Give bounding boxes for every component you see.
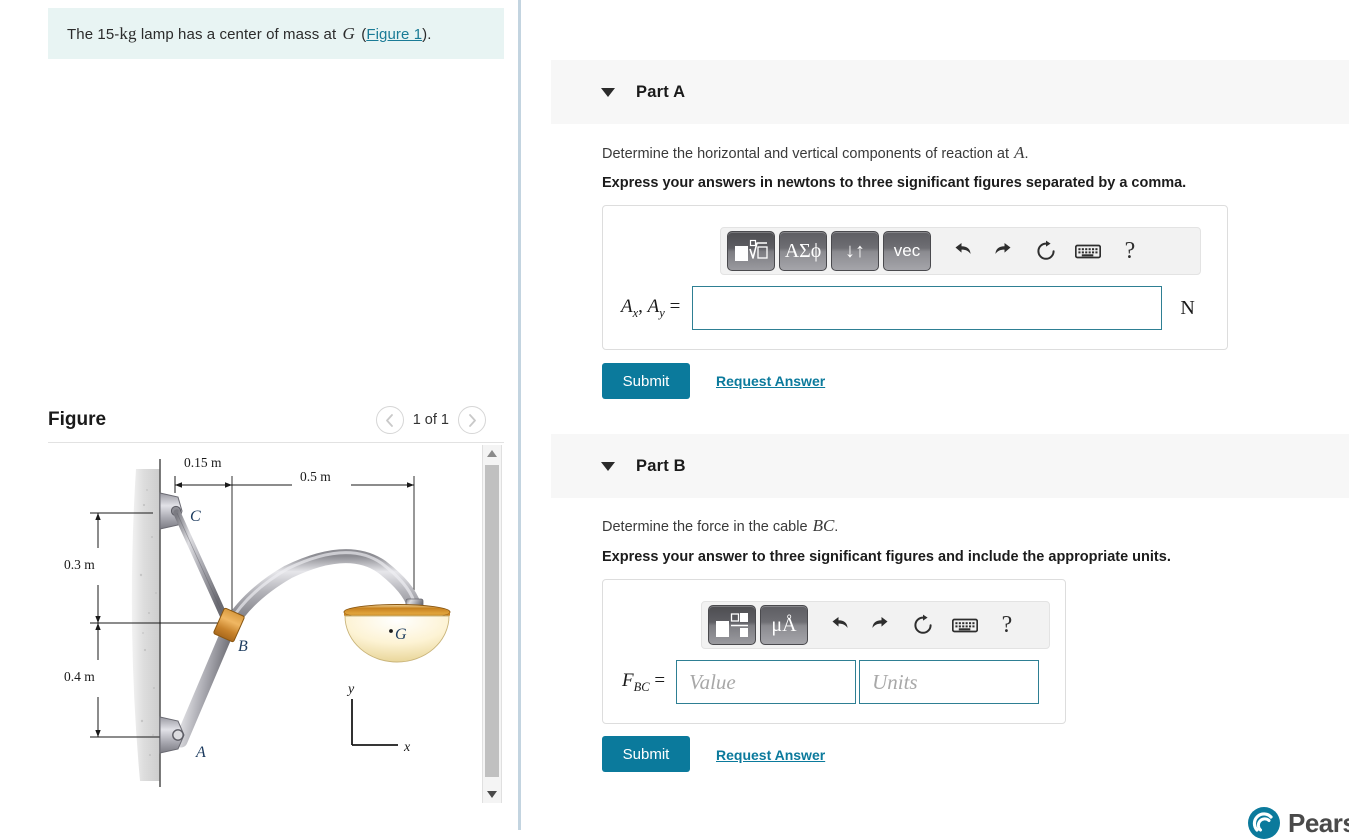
svg-text:G: G xyxy=(395,626,407,643)
keyboard-icon[interactable] xyxy=(1067,232,1109,270)
arrows-button[interactable]: ↓↑ xyxy=(831,231,879,271)
question-variable: G xyxy=(342,23,355,43)
svg-text:x: x xyxy=(403,740,411,755)
chevron-right-icon xyxy=(468,413,476,427)
pearson-footer-logo: Pearson xyxy=(1247,806,1349,840)
scroll-up-button[interactable] xyxy=(483,445,501,462)
part-b-instruction: Express your answer to three significant… xyxy=(602,549,1171,565)
part-b-label: Part B xyxy=(636,456,686,475)
part-b-answer-box: μÅ ? FBC = Value Units xyxy=(602,579,1066,724)
figure-next-button[interactable] xyxy=(458,406,486,434)
figure-header: Figure 1 of 1 xyxy=(48,400,504,440)
part-a-answer-box: ΑΣϕ ↓↑ vec ? Ax, Ay = N xyxy=(602,205,1228,350)
undo-icon[interactable] xyxy=(818,606,860,644)
label-separator: , xyxy=(638,295,648,317)
part-a-label: Part A xyxy=(636,82,686,101)
scroll-down-button[interactable] xyxy=(483,786,501,803)
part-b-prompt-text: Determine the force in the cable xyxy=(602,519,812,535)
part-a-answer-input[interactable] xyxy=(692,286,1163,330)
undo-icon[interactable] xyxy=(941,232,983,270)
part-a-prompt-end: . xyxy=(1024,146,1029,162)
part-a-answer-label: Ax, Ay = xyxy=(621,296,680,321)
label-f-base: F xyxy=(622,669,634,691)
help-icon[interactable]: ? xyxy=(986,606,1028,644)
part-a-input-row: Ax, Ay = N xyxy=(621,286,1195,330)
label-equals: = xyxy=(649,669,666,691)
chevron-left-icon xyxy=(386,413,394,427)
figure-scrollbar[interactable] xyxy=(482,445,502,803)
question-prefix: The 15- xyxy=(67,25,120,43)
part-b-header[interactable]: Part B xyxy=(551,434,1349,498)
part-a-prompt: Determine the horizontal and vertical co… xyxy=(602,143,1028,163)
question-close-paren: ). xyxy=(422,25,432,43)
svg-text:0.5 m: 0.5 m xyxy=(300,469,331,484)
figure-navigation: 1 of 1 xyxy=(375,406,486,434)
part-b-input-row: FBC = xyxy=(622,660,1040,704)
triangle-up-icon xyxy=(487,450,497,457)
question-middle: lamp has a center of mass at xyxy=(136,25,341,43)
keyboard-icon[interactable] xyxy=(944,606,986,644)
part-a-header[interactable]: Part A xyxy=(551,60,1349,124)
caret-down-icon[interactable] xyxy=(601,458,615,474)
right-panel: Part A Determine the horizontal and vert… xyxy=(521,0,1349,839)
greek-symbols-button[interactable]: ΑΣϕ xyxy=(779,231,827,271)
vector-button[interactable]: vec xyxy=(883,231,931,271)
part-b-toolbar: μÅ ? xyxy=(701,601,1050,649)
figure-1-link[interactable]: Figure 1 xyxy=(366,26,422,43)
svg-text:0.4 m: 0.4 m xyxy=(64,669,95,684)
svg-text:0.15 m: 0.15 m xyxy=(184,455,222,470)
part-b-units-input[interactable] xyxy=(859,660,1040,704)
units-symbols-button[interactable]: μÅ xyxy=(760,605,808,645)
figure-prev-button[interactable] xyxy=(375,406,404,434)
question-open-paren: ( xyxy=(356,25,367,43)
part-b-request-answer-link[interactable]: Request Answer xyxy=(716,747,825,763)
svg-text:0.3 m: 0.3 m xyxy=(64,557,95,572)
part-a-prompt-variable: A xyxy=(1014,143,1025,162)
left-panel: The 15-kg lamp has a center of mass at G… xyxy=(0,0,510,830)
reset-icon[interactable] xyxy=(902,606,944,644)
part-a-unit-suffix: N xyxy=(1180,296,1195,319)
question-unit: kg xyxy=(119,23,137,43)
figure-divider xyxy=(48,442,504,443)
question-banner: The 15-kg lamp has a center of mass at G… xyxy=(48,8,504,59)
sqrt-template-button[interactable] xyxy=(727,231,775,271)
part-b-answer-label: FBC = xyxy=(622,670,665,695)
part-b-submit-button[interactable]: Submit xyxy=(602,736,690,772)
svg-text:B: B xyxy=(238,638,248,655)
part-a-toolbar: ΑΣϕ ↓↑ vec ? xyxy=(720,227,1201,275)
svg-text:C: C xyxy=(190,508,201,525)
label-equals: = xyxy=(664,295,681,317)
triangle-down-icon xyxy=(487,791,497,798)
figure-counter: 1 of 1 xyxy=(412,412,449,428)
fraction-template-button[interactable] xyxy=(708,605,756,645)
redo-icon[interactable] xyxy=(983,232,1025,270)
pearson-wordmark: Pearson xyxy=(1288,807,1349,838)
question-statement: The 15-kg lamp has a center of mass at G… xyxy=(67,24,432,44)
fraction-template-icon xyxy=(716,613,748,637)
lamp-free-body-diagram: 0.15 m 0.5 m 0.3 m 0.4 m C A B G y x xyxy=(64,455,451,787)
part-b-value-input[interactable] xyxy=(676,660,857,704)
help-icon[interactable]: ? xyxy=(1109,232,1151,270)
part-b-prompt: Determine the force in the cable BC. xyxy=(602,516,838,536)
pearson-logo-icon xyxy=(1248,807,1280,839)
label-a-y-base: A xyxy=(647,295,660,317)
part-a-prompt-text: Determine the horizontal and vertical co… xyxy=(602,146,1014,162)
part-a-submit-button[interactable]: Submit xyxy=(602,363,690,399)
part-b-prompt-end: . xyxy=(834,519,839,535)
figure-viewport: 0.15 m 0.5 m 0.3 m 0.4 m C A B G y x xyxy=(48,445,482,803)
part-a-instruction: Express your answers in newtons to three… xyxy=(602,175,1187,191)
redo-icon[interactable] xyxy=(860,606,902,644)
svg-text:A: A xyxy=(195,744,206,761)
label-f-sub: BC xyxy=(633,679,650,694)
figure-title: Figure xyxy=(48,409,107,430)
label-a-x-base: A xyxy=(621,295,633,317)
part-b-prompt-variable: BC xyxy=(812,516,835,535)
caret-down-icon[interactable] xyxy=(601,84,615,100)
svg-text:y: y xyxy=(346,682,355,697)
reset-icon[interactable] xyxy=(1025,232,1067,270)
part-a-request-answer-link[interactable]: Request Answer xyxy=(716,373,825,389)
scrollbar-thumb[interactable] xyxy=(485,465,499,777)
sqrt-template-icon xyxy=(735,239,768,261)
